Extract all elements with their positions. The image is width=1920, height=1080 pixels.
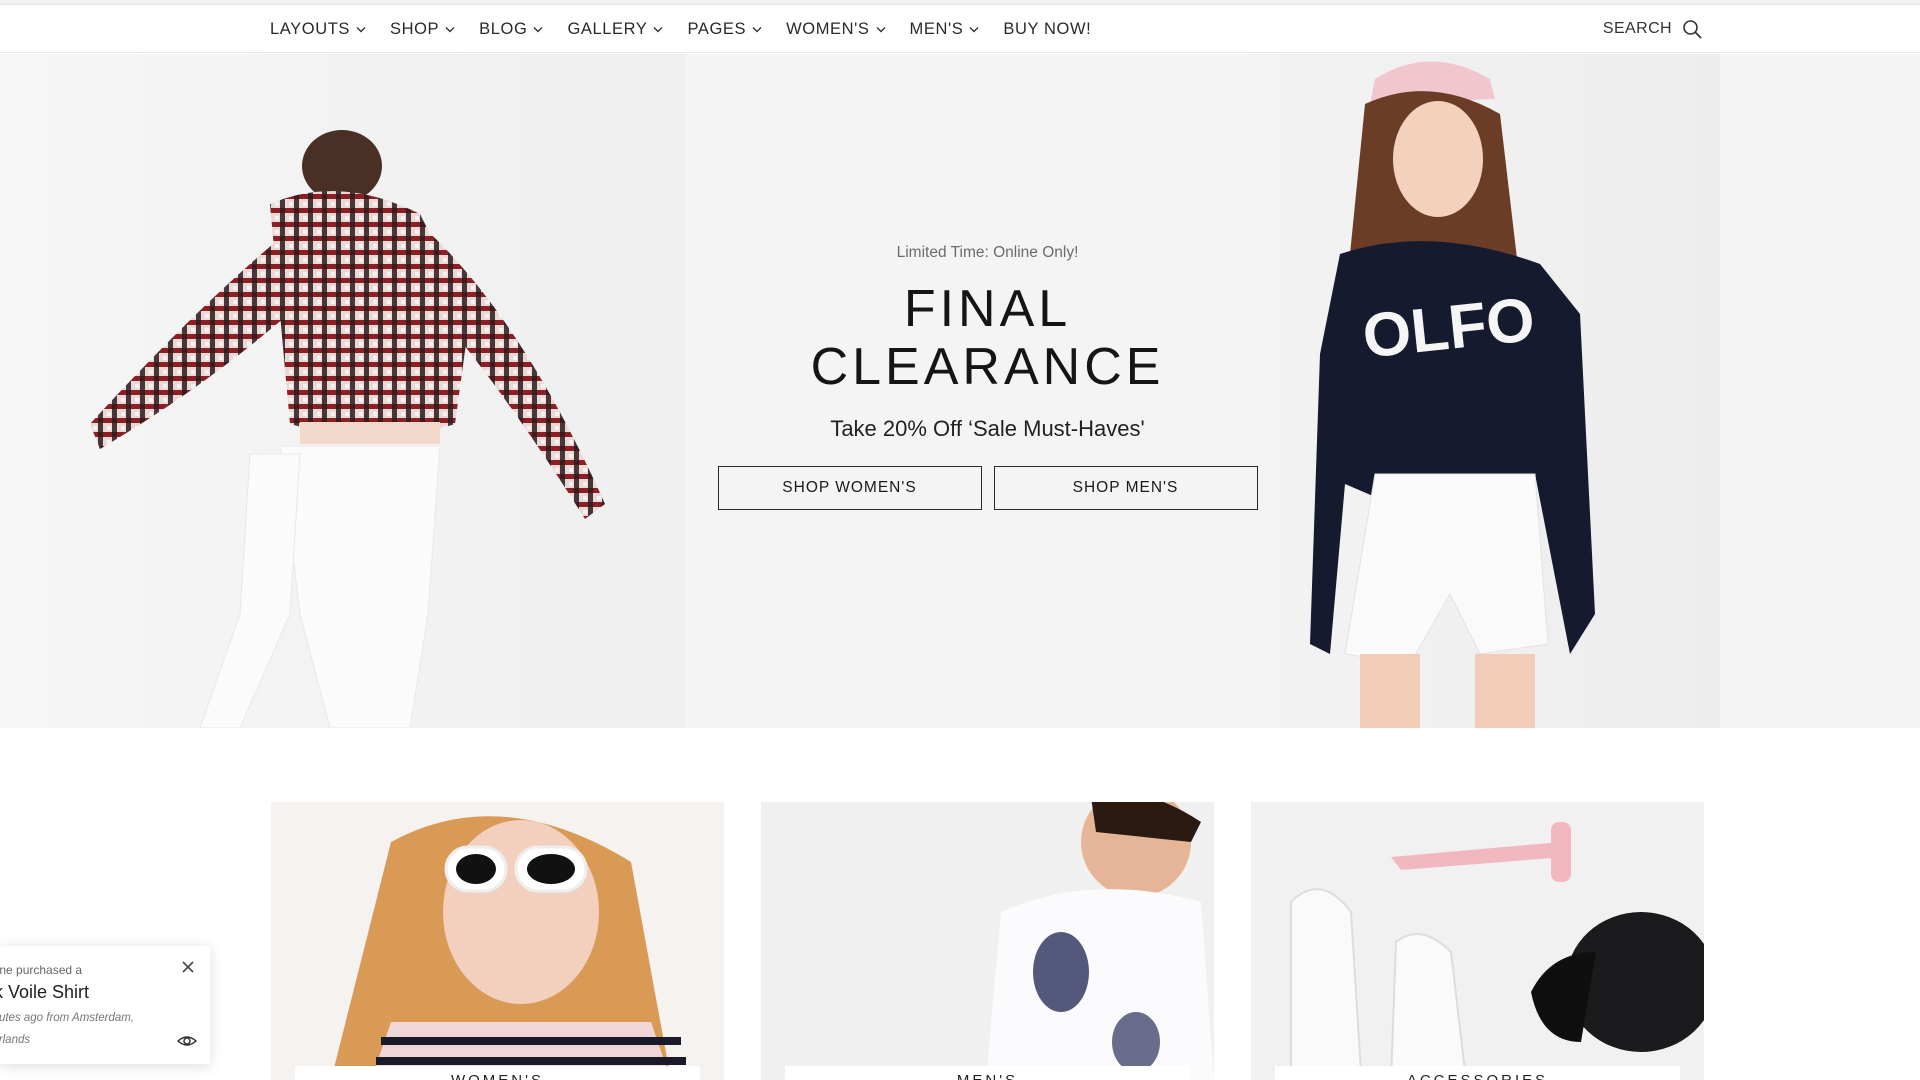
category-card-accessories[interactable]: ACCESSORIES: [1251, 802, 1704, 1080]
model-black-sweater-illustration: OLFO: [1310, 61, 1595, 728]
nav-item-buy-now[interactable]: BUY NOW!: [1003, 20, 1091, 39]
popup-location-country: herlands: [0, 1034, 31, 1046]
nav-item-label: GALLERY: [567, 19, 648, 38]
category-label: ACCESSORIES: [1275, 1066, 1680, 1080]
hero-eyebrow: Limited Time: Online Only!: [896, 244, 1079, 261]
nav-item-label: BUY NOW!: [1003, 19, 1092, 38]
chevron-down-icon: [356, 26, 366, 32]
nav-item-label: WOMEN'S: [786, 19, 870, 38]
chevron-down-icon: [876, 26, 886, 32]
mens-model-print-tee-illustration: [986, 802, 1214, 1080]
category-label: MEN'S: [785, 1066, 1190, 1080]
nav-item-mens[interactable]: MEN'S: [910, 20, 980, 39]
recent-purchase-popup[interactable]: eone purchased a k Voile Shirt inutes ag…: [0, 946, 210, 1064]
category-card-womens[interactable]: WOMEN'S: [271, 802, 724, 1080]
hero-banner: OLFO Limited Time: Online Only! FINAL CL…: [0, 54, 1920, 728]
nav-item-label: PAGES: [687, 19, 747, 38]
nav-item-label: BLOG: [479, 19, 528, 38]
nav-item-gallery[interactable]: GALLERY: [567, 20, 663, 39]
nav-item-layouts[interactable]: LAYOUTS: [270, 20, 366, 39]
hero-headline-line-2: CLEARANCE: [810, 338, 1165, 396]
nav-item-blog[interactable]: BLOG: [479, 20, 543, 39]
hero-headline-line-1: FINAL: [903, 280, 1072, 338]
hero-image-left: [0, 54, 685, 728]
shop-womens-button[interactable]: SHOP WOMEN'S: [717, 466, 982, 510]
hero-headline: FINAL CLEARANCE: [700, 280, 1275, 396]
accessories-flatlay-illustration: [1290, 822, 1704, 1080]
nav-item-shop[interactable]: SHOP: [390, 20, 455, 39]
eye-icon[interactable]: [177, 1034, 197, 1048]
popup-intro-text: eone purchased a: [0, 963, 83, 977]
close-icon[interactable]: [181, 960, 195, 974]
main-navbar: LAYOUTS SHOP BLOG GALLERY PAGES WOMEN'S …: [0, 5, 1920, 53]
search-label: SEARCH: [1602, 20, 1672, 37]
search-icon: [1683, 20, 1702, 39]
nav-item-label: SHOP: [390, 19, 440, 38]
hero-copy: Limited Time: Online Only! FINAL CLEARAN…: [700, 244, 1275, 510]
chevron-down-icon: [969, 26, 979, 32]
shop-mens-button[interactable]: SHOP MEN'S: [993, 466, 1258, 510]
search-button[interactable]: SEARCH: [1603, 5, 1702, 53]
category-card-mens[interactable]: MEN'S: [761, 802, 1214, 1080]
popup-product-name[interactable]: k Voile Shirt: [0, 982, 89, 1003]
hero-cta-row: SHOP WOMEN'S SHOP MEN'S: [700, 466, 1275, 510]
popup-time-location: inutes ago from Amsterdam,: [0, 1012, 135, 1024]
nav-item-label: LAYOUTS: [270, 19, 350, 38]
model-plaid-hoodie-illustration: [90, 130, 605, 728]
hero-image-right: OLFO: [1250, 54, 1720, 728]
chevron-down-icon: [533, 26, 543, 32]
hero-subline: Take 20% Off ‘Sale Must-Haves': [830, 416, 1145, 441]
nav-item-womens[interactable]: WOMEN'S: [786, 19, 886, 39]
nav-item-label: MEN'S: [909, 19, 964, 38]
chevron-down-icon: [653, 26, 663, 32]
nav-menu: LAYOUTS SHOP BLOG GALLERY PAGES WOMEN'S …: [270, 5, 1115, 53]
chevron-down-icon: [445, 26, 455, 32]
womens-model-sunglasses-illustration: [331, 816, 686, 1080]
category-label: WOMEN'S: [295, 1066, 700, 1080]
chevron-down-icon: [752, 26, 762, 32]
nav-item-pages[interactable]: PAGES: [687, 20, 762, 39]
